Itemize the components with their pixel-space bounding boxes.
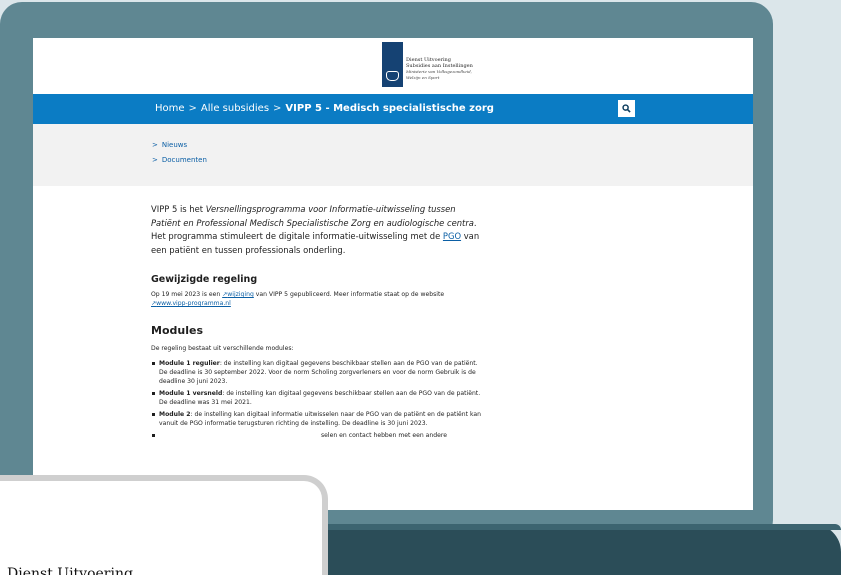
module-text: : de instelling kan digitaal informatie … [159, 411, 482, 427]
main-content: VIPP 5 is het Versnellingsprogramma voor… [151, 203, 481, 443]
intro-paragraph: VIPP 5 is het Versnellingsprogramma voor… [151, 203, 481, 257]
search-button[interactable] [618, 100, 635, 117]
main-navbar: Home > Alle subsidies > VIPP 5 - Medisch… [33, 94, 753, 124]
regeling-heading: Gewijzigde regeling [151, 274, 258, 285]
modules-heading: Modules [151, 324, 203, 337]
regeling-text-part: Op 19 mei 2023 is een [151, 291, 223, 298]
module-text: selen en contact hebben met een andere [321, 432, 447, 439]
subnav-item-nieuws[interactable]: > Nieuws [152, 141, 187, 149]
overlay-title: Dienst Uitvoering [7, 566, 133, 575]
subnav-label: Nieuws [161, 141, 188, 149]
modules-intro: De regeling bestaat uit verschillende mo… [151, 345, 294, 352]
subnav-label: Documenten [161, 156, 207, 164]
government-logo-icon[interactable] [382, 42, 403, 87]
wijziging-link[interactable]: ↗wijziging [222, 291, 254, 298]
list-item: Module 2: de instelling kan digitaal inf… [151, 410, 481, 428]
search-icon [622, 104, 631, 113]
logo-text[interactable]: Dienst Uitvoering Subsidies aan Instelli… [406, 57, 473, 81]
overlay-card: Dienst Uitvoering [0, 475, 328, 575]
module-title: Module 1 regulier [159, 360, 220, 367]
chevron-right-icon: > [152, 141, 158, 149]
module-title: Module 2 [159, 411, 191, 418]
list-item: Module 1 regulier: de instelling kan dig… [151, 359, 481, 386]
vipp-link-label: www.vipp-programma.nl [156, 300, 231, 307]
breadcrumb-home[interactable]: Home [155, 103, 185, 114]
breadcrumb-separator: > [188, 103, 197, 114]
breadcrumb-separator: > [273, 103, 282, 114]
breadcrumb-current: VIPP 5 - Medisch specialistische zorg [285, 103, 494, 114]
regeling-text: Op 19 mei 2023 is een ↗wijziging van VIP… [151, 290, 481, 308]
crest-icon [386, 71, 399, 81]
intro-text: VIPP 5 is het [151, 204, 206, 214]
sub-navigation: > Nieuws > Documenten [33, 124, 753, 186]
breadcrumb: Home > Alle subsidies > VIPP 5 - Medisch… [155, 103, 494, 114]
modules-list: Module 1 regulier : de instelling kan dig… [151, 359, 481, 440]
pgo-link[interactable]: PGO [443, 231, 461, 241]
site-header: Dienst Uitvoering Subsidies aan Instelli… [33, 38, 753, 91]
vipp-website-link[interactable]: ↗www.vipp-programma.nl [151, 300, 231, 307]
laptop-frame: Dienst Uitvoering Subsidies aan Instelli… [0, 2, 773, 542]
list-item: Module 1 versneld: de instelling kan dig… [151, 389, 481, 407]
wijziging-link-label: wijziging [227, 291, 254, 298]
browser-viewport: Dienst Uitvoering Subsidies aan Instelli… [33, 38, 753, 510]
module-title: Module 1 versneld [159, 390, 223, 397]
logo-line-4: Welzijn en Sport [406, 75, 440, 80]
regeling-text-part: van VIPP 5 gepubliceerd. Meer informatie… [253, 291, 445, 298]
chevron-right-icon: > [152, 156, 158, 164]
breadcrumb-parent[interactable]: Alle subsidies [201, 103, 269, 114]
subnav-item-documenten[interactable]: > Documenten [152, 156, 207, 164]
list-item: selen en contact hebben met een andere [151, 431, 481, 440]
